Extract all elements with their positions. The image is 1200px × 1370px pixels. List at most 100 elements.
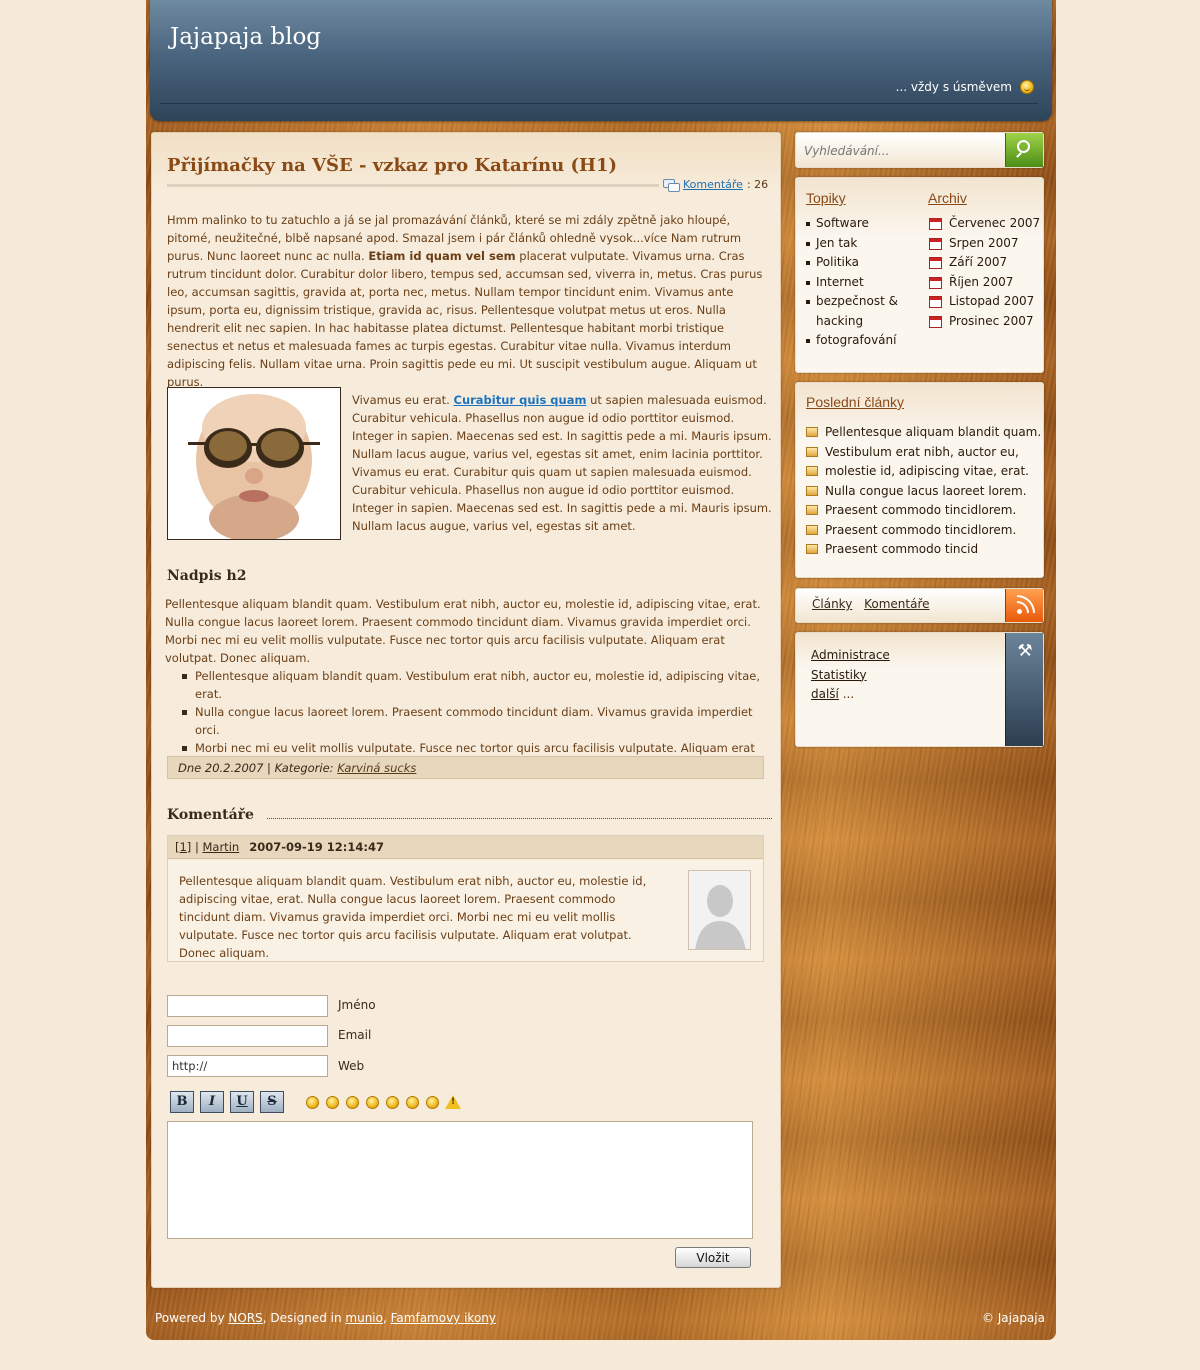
- article-icon: [806, 544, 818, 554]
- comments-divider: [267, 818, 772, 819]
- avatar: [688, 870, 751, 950]
- p1-text-b: placerat vulputate. Vivamus urna. Cras r…: [167, 249, 763, 389]
- archive-item[interactable]: Srpen 2007: [929, 234, 1044, 254]
- topic-item[interactable]: Internet: [806, 273, 916, 293]
- nors-link[interactable]: NORS: [228, 1311, 262, 1325]
- rss-articles-link[interactable]: Články: [812, 597, 852, 611]
- archive-label: Prosinec 2007: [949, 313, 1034, 328]
- post-meta: Dne 20.2.2007 | Kategorie: Karviná sucks: [167, 756, 764, 779]
- bold-button[interactable]: B: [170, 1091, 194, 1113]
- recent-label: Praesent commodo tincid: [825, 542, 979, 556]
- rss-links: Články Komentáře: [812, 597, 938, 611]
- archive-label: Září 2007: [949, 255, 1008, 269]
- comments-link[interactable]: Komentáře: [683, 178, 743, 191]
- stats-link[interactable]: Statistiky: [811, 666, 890, 686]
- archive-label: Listopad 2007: [949, 294, 1035, 308]
- search-button[interactable]: [1005, 133, 1043, 167]
- calendar-icon: [929, 257, 942, 269]
- main-content: Přijímačky na VŠE - vzkaz pro Katarínu (…: [151, 132, 781, 1288]
- footer-credits: Powered by NORS, Designed in munio, Famf…: [155, 1311, 496, 1325]
- italic-button[interactable]: I: [200, 1091, 224, 1113]
- cool-emoticon-icon[interactable]: [426, 1096, 439, 1109]
- article-icon: [806, 466, 818, 476]
- rss-comments-link[interactable]: Komentáře: [864, 597, 929, 611]
- archive-heading[interactable]: Archiv: [928, 190, 967, 206]
- article-icon: [806, 446, 818, 457]
- wink-emoticon-icon[interactable]: [326, 1096, 339, 1109]
- sad-emoticon-icon[interactable]: [366, 1096, 379, 1109]
- footer-comma: ,: [382, 1311, 391, 1325]
- comment-textarea[interactable]: [167, 1121, 753, 1239]
- footer-designed-text: , Designed in: [262, 1311, 346, 1325]
- name-field[interactable]: [167, 995, 328, 1017]
- topic-item[interactable]: Jen tak: [806, 234, 916, 254]
- underline-button[interactable]: U: [230, 1091, 254, 1113]
- email-field[interactable]: [167, 1025, 328, 1047]
- smiley-icon: [1020, 80, 1034, 94]
- archive-item[interactable]: Září 2007: [929, 253, 1044, 273]
- archive-label: Červenec 2007: [949, 216, 1041, 230]
- web-label: Web: [338, 1059, 365, 1073]
- category-link[interactable]: Karviná sucks: [337, 761, 416, 775]
- article-icon: [806, 505, 818, 515]
- smile-emoticon-icon[interactable]: [306, 1096, 319, 1109]
- topic-item[interactable]: Software: [806, 214, 916, 234]
- comments-counter: Komentáře : 26: [663, 178, 769, 192]
- more-link[interactable]: další: [811, 687, 839, 701]
- search-input[interactable]: [804, 140, 1004, 162]
- topics-heading[interactable]: Topiky: [806, 190, 846, 206]
- comment-author[interactable]: Martin: [202, 840, 239, 854]
- name-label: Jméno: [338, 998, 376, 1012]
- topic-item[interactable]: fotografování: [806, 331, 916, 351]
- archive-item[interactable]: Listopad 2007: [929, 292, 1044, 312]
- recent-item[interactable]: Pellentesque aliquam blandit quam.: [806, 423, 1042, 443]
- calendar-icon: [929, 296, 942, 308]
- topic-item[interactable]: bezpečnost & hacking: [806, 292, 916, 331]
- tongue-emoticon-icon[interactable]: [386, 1096, 399, 1109]
- comment-permalink[interactable]: [1]: [175, 840, 191, 854]
- inline-link[interactable]: Curabitur quis quam: [454, 393, 587, 407]
- comment-date: 2007-09-19 12:14:47: [249, 840, 384, 854]
- recent-articles-box: Poslední články Pellentesque aliquam bla…: [795, 382, 1044, 578]
- post-date: Dne 20.2.2007 | Kategorie:: [178, 761, 338, 775]
- tagline: ... vždy s úsměvem: [896, 80, 1034, 94]
- archive-item[interactable]: Prosinec 2007: [929, 312, 1044, 332]
- munio-link[interactable]: munio: [345, 1311, 383, 1325]
- post-paragraph-3: Pellentesque aliquam blandit quam. Vesti…: [165, 597, 761, 665]
- recent-item[interactable]: Nulla congue lacus laoreet lorem.: [806, 482, 1042, 502]
- article-icon: [806, 427, 818, 437]
- recent-item[interactable]: Praesent commodo tincid: [806, 540, 1042, 560]
- web-field[interactable]: [167, 1055, 328, 1077]
- rss-box: Články Komentáře: [795, 588, 1044, 623]
- strikethrough-button[interactable]: S: [260, 1091, 284, 1113]
- submit-button[interactable]: Vložit: [675, 1247, 751, 1268]
- grin-emoticon-icon[interactable]: [346, 1096, 359, 1109]
- site-title[interactable]: Jajapaja blog: [170, 24, 321, 50]
- header-divider: [160, 103, 1038, 104]
- admin-link[interactable]: Administrace: [811, 646, 890, 666]
- email-label: Email: [338, 1028, 372, 1042]
- recent-item[interactable]: molestie id, adipiscing vitae, erat.: [806, 462, 1042, 482]
- p2-text-a: Vivamus eu erat.: [352, 393, 454, 407]
- rss-icon[interactable]: [1005, 589, 1043, 622]
- list-item: Nulla congue lacus laoreet lorem. Praese…: [182, 703, 762, 739]
- recent-label: Praesent commodo tincidlorem.: [825, 503, 1017, 517]
- search-icon: [1017, 140, 1030, 153]
- topic-item[interactable]: Politika: [806, 253, 916, 273]
- famfamfam-link[interactable]: Famfamovy ikony: [391, 1311, 496, 1325]
- recent-item[interactable]: Vestibulum erat nibh, auctor eu,: [806, 443, 1042, 463]
- recent-label: Nulla congue lacus laoreet lorem.: [825, 483, 1027, 498]
- recent-label: Praesent commodo tincidlorem.: [825, 522, 1017, 537]
- surprised-emoticon-icon[interactable]: [406, 1096, 419, 1109]
- comment-body: Pellentesque aliquam blandit quam. Vesti…: [168, 860, 763, 961]
- archive-item[interactable]: Říjen 2007: [929, 273, 1044, 293]
- archive-item[interactable]: Červenec 2007: [929, 214, 1044, 234]
- recent-heading[interactable]: Poslední články: [806, 394, 904, 410]
- admin-sidebar-bar: ⚒: [1005, 633, 1043, 746]
- recent-label: molestie id, adipiscing vitae, erat.: [825, 464, 1029, 478]
- comments-count: : 26: [746, 178, 769, 191]
- calendar-icon: [929, 218, 942, 230]
- recent-item[interactable]: Praesent commodo tincidlorem.: [806, 501, 1042, 521]
- recent-item[interactable]: Praesent commodo tincidlorem.: [806, 521, 1042, 541]
- warning-icon[interactable]: [445, 1095, 461, 1109]
